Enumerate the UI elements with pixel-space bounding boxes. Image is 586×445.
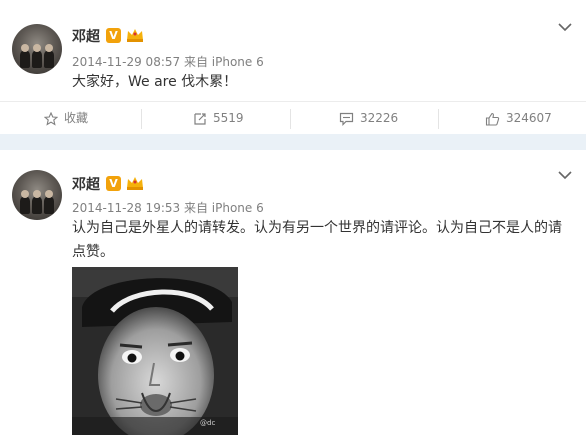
author-name[interactable]: 邓超 [72, 26, 100, 46]
post-text: 大家好，We are 伐木累！ [72, 74, 238, 90]
divider [290, 109, 291, 129]
verified-badge-icon[interactable]: V [106, 28, 121, 43]
post-source[interactable]: 来自 iPhone 6 [184, 55, 264, 69]
post-actions: 收藏 5519 32226 324607 [0, 101, 586, 135]
crown-badge-icon[interactable] [126, 28, 144, 43]
post-text-line-2: 点赞。 [72, 244, 114, 260]
comment-count: 32226 [360, 111, 399, 125]
weibo-post-1: 邓超 V 2014-11-29 08:57 来自 iPhone 6 大家好，We… [0, 0, 586, 134]
weibo-post-2: 邓超 V 2014-11-28 19:53 来自 iPhone 6 认为自己是外… [0, 150, 586, 445]
like-count: 324607 [506, 111, 552, 125]
comment-button[interactable]: 32226 [339, 102, 398, 135]
like-button[interactable]: 324607 [485, 102, 552, 135]
thumbs-up-icon [485, 112, 500, 126]
chevron-down-icon[interactable] [558, 170, 572, 180]
comment-icon [339, 112, 354, 126]
repost-count: 5519 [213, 111, 244, 125]
watermark-text: @dc [200, 419, 215, 427]
post-timestamp[interactable]: 2014-11-29 08:57 [72, 55, 180, 69]
repost-button[interactable]: 5519 [193, 102, 244, 135]
verified-badge-icon[interactable]: V [106, 176, 121, 191]
crown-badge-icon[interactable] [126, 176, 144, 191]
author-avatar[interactable] [12, 24, 62, 74]
post-text: 认为自己是外星人的请转发。认为有另一个世界的请评论。认为自己不是人的请 点赞。 [72, 216, 562, 264]
post-photo[interactable]: @dc [72, 267, 238, 435]
post-timestamp[interactable]: 2014-11-28 19:53 [72, 201, 180, 215]
repost-icon [194, 112, 206, 125]
post-text-line-1: 认为自己是外星人的请转发。认为有另一个世界的请评论。认为自己不是人的请 [72, 220, 562, 236]
divider [141, 109, 142, 129]
author-avatar[interactable] [12, 170, 62, 220]
post-source[interactable]: 来自 iPhone 6 [184, 201, 264, 215]
divider [438, 109, 439, 129]
author-name[interactable]: 邓超 [72, 174, 100, 194]
favorite-button[interactable]: 收藏 [44, 102, 88, 135]
chevron-down-icon[interactable] [558, 22, 572, 32]
post-meta: 2014-11-29 08:57 来自 iPhone 6 [72, 53, 264, 70]
post-meta: 2014-11-28 19:53 来自 iPhone 6 [72, 199, 264, 216]
favorite-label: 收藏 [64, 111, 89, 125]
star-icon [44, 111, 58, 126]
photo-portrait-image: @dc [72, 267, 238, 435]
